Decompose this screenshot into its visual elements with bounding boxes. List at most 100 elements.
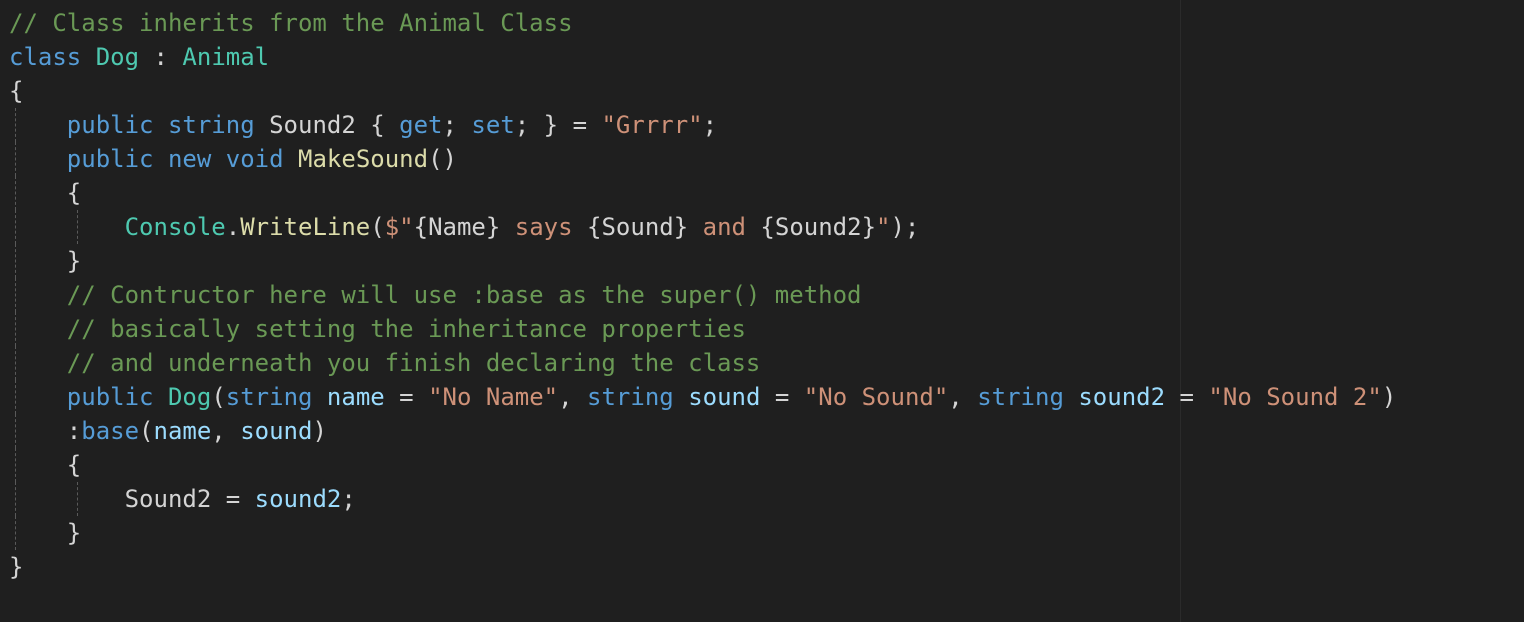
- code-line[interactable]: // and underneath you finish declaring t…: [9, 346, 1396, 380]
- indent-guide: [15, 108, 16, 142]
- code-token-punct: ; } =: [514, 111, 602, 139]
- code-token-punct: }: [66, 247, 82, 275]
- indent-guide: [15, 278, 16, 312]
- code-token-plain: Sound2 =: [124, 485, 255, 513]
- code-line[interactable]: // Contructor here will use :base as the…: [9, 278, 1396, 312]
- code-token-keyword: string: [977, 383, 1064, 411]
- indent-guide: [15, 346, 16, 380]
- code-token-keyword: string: [225, 383, 313, 411]
- code-token-punct: :: [66, 417, 82, 445]
- code-token-punct: ;: [702, 111, 718, 139]
- code-line[interactable]: }: [9, 516, 1396, 550]
- code-token-keyword: base: [81, 417, 140, 445]
- code-token-punct: );: [890, 213, 920, 241]
- code-token-comment: // and underneath you finish declaring t…: [66, 349, 761, 377]
- code-token-keyword: void: [225, 145, 284, 173]
- code-token-type: Dog: [167, 383, 212, 411]
- code-token-punct: =: [760, 383, 804, 411]
- code-token-comment: // Contructor here will use :base as the…: [66, 281, 862, 309]
- code-token-punct: }: [861, 213, 877, 241]
- code-token-type: Dog: [95, 43, 140, 71]
- code-token-punct: =: [384, 383, 429, 411]
- code-line[interactable]: {: [9, 176, 1396, 210]
- code-token-plain: Sound2 {: [254, 111, 400, 139]
- code-token-punct: {: [760, 213, 775, 241]
- code-line[interactable]: :base(name, sound): [9, 414, 1396, 448]
- code-token-punct: ;: [341, 485, 356, 513]
- code-token-punct: (): [428, 145, 457, 173]
- indent-guide: [15, 210, 16, 244]
- code-token-method: WriteLine: [240, 213, 371, 241]
- code-token-keyword: set: [471, 111, 515, 139]
- code-token-keyword: get: [399, 111, 443, 139]
- code-token-keyword: string: [587, 383, 674, 411]
- code-line[interactable]: public string Sound2 { get; set; } = "Gr…: [9, 108, 1396, 142]
- code-line[interactable]: class Dog : Animal: [9, 40, 1396, 74]
- indent-guide: [15, 448, 16, 482]
- code-token-keyword: public: [66, 383, 154, 411]
- code-line[interactable]: public new void MakeSound(): [9, 142, 1396, 176]
- indent-guide: [15, 244, 16, 278]
- code-token-var: sound: [688, 383, 761, 411]
- code-token-punct: :: [139, 43, 183, 71]
- code-line[interactable]: Console.WriteLine($"{Name} says {Sound} …: [9, 210, 1396, 244]
- code-token-punct: {: [9, 77, 24, 105]
- code-token-punct: (: [370, 213, 385, 241]
- indent-guide: [15, 380, 16, 414]
- code-token-punct: ,: [948, 383, 978, 411]
- code-token-var: name: [326, 383, 385, 411]
- indent-guide: [15, 414, 16, 448]
- indent-guide: [77, 210, 78, 244]
- code-token-comment: // basically setting the inheritance pro…: [66, 315, 746, 343]
- code-token-var: sound: [240, 417, 313, 445]
- code-token-string: "No Sound 2": [1208, 383, 1382, 411]
- code-token-keyword: class: [9, 43, 82, 71]
- code-area[interactable]: // Class inherits from the Animal Class c…: [9, 6, 1396, 584]
- code-line[interactable]: Sound2 = sound2;: [9, 482, 1396, 516]
- code-token-punct: ,: [558, 383, 588, 411]
- code-token-type: Animal: [182, 43, 270, 71]
- code-line[interactable]: }: [9, 550, 1396, 584]
- code-line[interactable]: {: [9, 448, 1396, 482]
- code-token-type: Console: [124, 213, 226, 241]
- code-token-punct: }: [66, 519, 82, 547]
- indent-guide: [15, 516, 16, 550]
- code-token-punct: .: [225, 213, 241, 241]
- code-token-punct: {: [66, 451, 82, 479]
- code-line[interactable]: public Dog(string name = "No Name", stri…: [9, 380, 1396, 414]
- code-token-punct: }: [673, 213, 689, 241]
- code-editor[interactable]: // Class inherits from the Animal Class c…: [0, 0, 1524, 622]
- code-token-punct: ): [1381, 383, 1397, 411]
- code-token-plain: Sound2: [774, 213, 862, 241]
- code-line[interactable]: {: [9, 74, 1396, 108]
- code-token-string: ": [876, 213, 891, 241]
- code-token-punct: (: [139, 417, 154, 445]
- code-token-punct: {: [66, 179, 82, 207]
- code-line[interactable]: // basically setting the inheritance pro…: [9, 312, 1396, 346]
- indent-guide: [15, 176, 16, 210]
- indent-guide: [77, 482, 78, 516]
- indent-guide: [15, 482, 16, 516]
- code-line[interactable]: // Class inherits from the Animal Class: [9, 6, 1396, 40]
- code-token-string: "Grrrr": [601, 111, 703, 139]
- code-token-comment: // Class inherits from the Animal Class: [9, 9, 573, 37]
- code-token-keyword: public: [66, 145, 154, 173]
- code-line[interactable]: }: [9, 244, 1396, 278]
